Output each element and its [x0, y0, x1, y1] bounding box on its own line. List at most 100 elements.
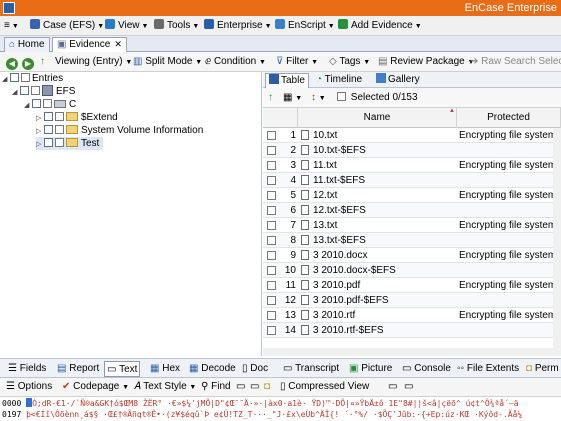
tab-gallery[interactable]: Gallery: [373, 73, 423, 88]
grid-options-dropdown[interactable]: ▦ ▼: [283, 91, 302, 105]
go-up-button[interactable]: ↑: [40, 55, 45, 69]
set-included-icon[interactable]: [44, 112, 53, 121]
tab-transcript[interactable]: ▭ Transcript: [281, 361, 341, 377]
compressed-view-button[interactable]: ▯ Compressed View: [280, 380, 369, 394]
menu-tools[interactable]: Tools ▼: [154, 19, 199, 33]
hamburger-menu-icon[interactable]: ≡ ▼: [4, 19, 19, 33]
export-button[interactable]: ▭: [388, 380, 397, 394]
tab-permissions[interactable]: ◘ Perm: [524, 361, 561, 377]
row-checkbox[interactable]: [267, 191, 276, 200]
set-included-icon[interactable]: [44, 125, 53, 134]
row-checkbox[interactable]: [267, 311, 276, 320]
set-included-icon[interactable]: [44, 138, 53, 147]
tab-file-extents[interactable]: ◦◦ File Extents: [455, 361, 521, 377]
tree-node-system-volume-information[interactable]: ▷ System Volume Information: [36, 124, 203, 137]
expand-triangle-icon[interactable]: ▷: [36, 138, 44, 151]
row-checkbox[interactable]: [267, 176, 276, 185]
tab-picture[interactable]: ▣ Picture: [347, 361, 394, 377]
vertical-scrollbar[interactable]: [553, 128, 561, 356]
table-row[interactable]: 4 11.txt-$EFS: [263, 173, 561, 188]
tree-node-efs[interactable]: ◢ EFS: [12, 85, 75, 98]
table-row[interactable]: 14 3 2010.rtf-$EFS: [263, 323, 561, 338]
table-row[interactable]: 7 13.txt Encrypting file system: [263, 218, 561, 233]
header-name[interactable]: Name: [298, 108, 457, 128]
filter-dropdown[interactable]: ⊽ Filter ▼: [276, 55, 318, 69]
tree-node-entries[interactable]: ◢ Entries: [2, 72, 63, 85]
text-style-dropdown[interactable]: 𝐴 Text Style ▼: [134, 380, 196, 394]
set-included-icon[interactable]: [10, 73, 19, 82]
row-checkbox[interactable]: [267, 146, 276, 155]
tree-checkbox[interactable]: [43, 99, 52, 108]
menu-enscript[interactable]: EnScript ▼: [275, 19, 335, 33]
viewing-dropdown[interactable]: Viewing (Entry) ▼: [55, 55, 132, 69]
tab-console[interactable]: ▭ Console: [400, 361, 453, 377]
tab-fields[interactable]: ☰ Fields: [6, 361, 48, 377]
sort-dropdown[interactable]: ↕ ▼: [311, 91, 326, 105]
close-icon[interactable]: ✕: [114, 39, 122, 49]
row-checkbox[interactable]: [267, 251, 276, 260]
row-checkbox[interactable]: [267, 326, 276, 335]
header-checkbox-column[interactable]: [263, 108, 298, 128]
select-all-checkbox[interactable]: [337, 92, 346, 101]
tree-checkbox[interactable]: [55, 138, 64, 147]
find-button[interactable]: ⚲ Find: [201, 380, 231, 394]
raw-search-selected-button[interactable]: ➔ Raw Search Selected: [470, 55, 561, 69]
review-package-dropdown[interactable]: ▤ Review Package ▼: [378, 55, 474, 69]
row-checkbox[interactable]: [267, 266, 276, 275]
copy-button[interactable]: ▭: [404, 380, 413, 394]
tab-timeline[interactable]: ◔ Timeline: [313, 73, 365, 88]
app-icon[interactable]: [3, 2, 15, 14]
menu-view[interactable]: View ▼: [105, 19, 148, 33]
tree-checkbox[interactable]: [55, 112, 64, 121]
tree-checkbox[interactable]: [31, 86, 40, 95]
tab-table[interactable]: Table: [265, 73, 309, 88]
row-checkbox[interactable]: [267, 131, 276, 140]
header-protected[interactable]: Protected: [457, 108, 561, 128]
table-row[interactable]: 1 10.txt Encrypting file system: [263, 128, 561, 143]
horizontal-scrollbar[interactable]: [263, 348, 553, 356]
row-checkbox[interactable]: [267, 206, 276, 215]
tags-dropdown[interactable]: ◇ Tags ▼: [329, 55, 370, 69]
collapse-triangle-icon[interactable]: ◢: [12, 86, 20, 99]
table-row[interactable]: 11 3 2010.pdf Encrypting file system: [263, 278, 561, 293]
table-row[interactable]: 5 12.txt Encrypting file system: [263, 188, 561, 203]
tree-node-c[interactable]: ◢ C: [24, 98, 76, 111]
menu-case[interactable]: Case (EFS) ▼: [30, 19, 104, 33]
tree-node-test[interactable]: ▷ Test: [36, 137, 104, 151]
set-included-icon[interactable]: [20, 86, 29, 95]
tab-report[interactable]: ▤ Report: [55, 361, 101, 377]
table-row[interactable]: 12 3 2010.pdf-$EFS: [263, 293, 561, 308]
collapse-triangle-icon[interactable]: ◢: [24, 99, 32, 112]
back-button[interactable]: ◀: [6, 55, 18, 70]
tab-evidence[interactable]: ▣ Evidence ✕: [52, 37, 127, 52]
lock-button[interactable]: ◘: [264, 380, 270, 394]
table-row[interactable]: 3 11.txt Encrypting file system: [263, 158, 561, 173]
collapse-triangle-icon[interactable]: ◢: [2, 73, 10, 86]
table-row[interactable]: 10 3 2010.docx-$EFS: [263, 263, 561, 278]
options-button[interactable]: ☰ Options: [6, 380, 52, 394]
table-row[interactable]: 9 3 2010.docx Encrypting file system: [263, 248, 561, 263]
tab-hex[interactable]: ▦ Hex: [148, 361, 182, 377]
go-to-parent-button[interactable]: ↑: [268, 91, 273, 105]
tab-text[interactable]: ▭ Text: [104, 361, 141, 377]
table-row[interactable]: 13 3 2010.rtf Encrypting file system: [263, 308, 561, 323]
tree-node-extend[interactable]: ▷ $Extend: [36, 111, 118, 124]
text-content-pane[interactable]: 0000 Ò;dR-€1·/`Ñ®a&GK†ó$ŒM8 ŽËR° ·€»$¼'j…: [0, 397, 561, 421]
row-checkbox[interactable]: [267, 281, 276, 290]
row-checkbox[interactable]: [267, 221, 276, 230]
row-checkbox[interactable]: [267, 236, 276, 245]
tab-decode[interactable]: ▦ Decode: [187, 361, 238, 377]
find-previous-button[interactable]: ▭: [250, 380, 259, 394]
menu-add-evidence[interactable]: Add Evidence ▼: [338, 19, 422, 33]
row-checkbox[interactable]: [267, 296, 276, 305]
tree-checkbox[interactable]: [21, 73, 30, 82]
table-row[interactable]: 6 12.txt-$EFS: [263, 203, 561, 218]
condition-dropdown[interactable]: ⅇ Condition ▼: [205, 55, 266, 69]
tree-checkbox[interactable]: [55, 125, 64, 134]
selected-counter[interactable]: Selected 0/153: [337, 91, 418, 105]
tab-home[interactable]: ⌂ Home: [4, 37, 50, 52]
set-included-icon[interactable]: [32, 99, 41, 108]
split-mode-dropdown[interactable]: ▥ Split Mode ▼: [133, 55, 202, 69]
codepage-dropdown[interactable]: ✔ Codepage ▼: [62, 380, 129, 394]
tab-doc[interactable]: ▯ Doc: [240, 361, 270, 377]
